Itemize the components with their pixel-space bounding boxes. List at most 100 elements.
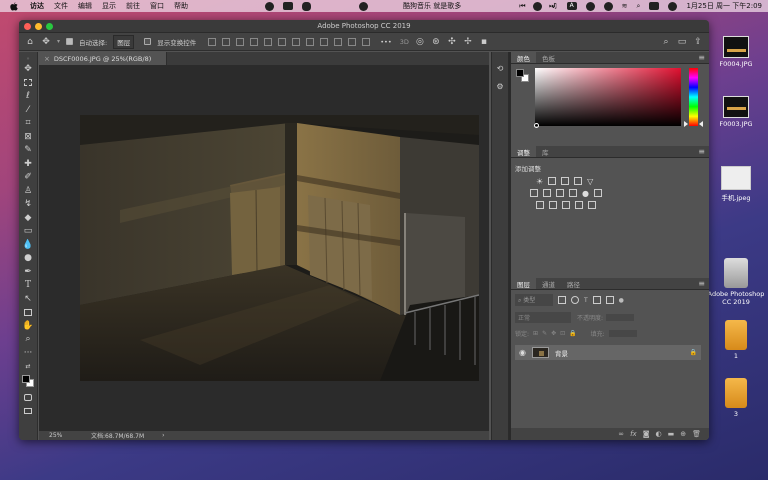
pen-tool-icon[interactable]: ✒ — [21, 266, 35, 279]
rectangle-tool-icon[interactable] — [21, 306, 35, 319]
tab-libraries[interactable]: 库 — [536, 146, 555, 157]
zoom-button[interactable] — [46, 22, 53, 30]
gradient-map-triangle-icon[interactable]: ▽ — [587, 177, 593, 186]
align-vcenter-icon[interactable] — [222, 37, 231, 46]
minimize-button[interactable] — [35, 22, 42, 30]
share-icon[interactable]: ⇪ — [693, 37, 703, 47]
panel-menu-icon[interactable]: ≡ — [698, 147, 705, 156]
more-options-icon[interactable]: ••• — [380, 38, 392, 46]
black-white-icon[interactable] — [569, 189, 577, 197]
properties-panel-icon[interactable]: ⚙ — [495, 82, 505, 92]
now-playing-text[interactable]: 酷狗音乐 就是歌多 — [403, 1, 461, 11]
menu-edit[interactable]: 编辑 — [78, 1, 92, 11]
tab-color[interactable]: 颜色 — [511, 52, 536, 63]
canvas-area[interactable] — [39, 65, 489, 431]
filter-toggle-icon[interactable]: ● — [619, 297, 624, 304]
align-right-icon[interactable] — [278, 37, 287, 46]
desktop-icon-f0003[interactable]: F0003.JPG — [704, 96, 768, 128]
wifi-icon[interactable]: ≋ — [622, 2, 628, 10]
layer-visibility-icon[interactable]: ◉ — [519, 348, 526, 357]
distribute-right-icon[interactable] — [362, 37, 371, 46]
search-icon[interactable]: ⌕ — [661, 37, 671, 47]
hand-tool-icon[interactable]: ✋ — [21, 320, 35, 333]
eyedropper-tool-icon[interactable]: ✎ — [21, 144, 35, 157]
status-menu-arrow[interactable]: › — [162, 432, 164, 439]
brightness-contrast-icon[interactable]: ☀ — [536, 177, 543, 186]
tab-channels[interactable]: 通道 — [536, 278, 561, 289]
document-photo[interactable] — [80, 115, 479, 381]
search-icon[interactable]: ⌕ — [637, 2, 641, 11]
filter-shape-icon[interactable] — [592, 296, 601, 304]
desktop-icon-drive-1[interactable]: 1 — [704, 320, 768, 360]
panel-menu-icon[interactable]: ≡ — [698, 279, 705, 288]
channel-mixer-icon[interactable] — [593, 189, 602, 197]
distribute-left-icon[interactable] — [334, 37, 343, 46]
opacity-field[interactable] — [606, 314, 635, 321]
filter-pixel-icon[interactable] — [558, 296, 566, 304]
desktop-icon-drive-3[interactable]: 3 — [704, 378, 768, 418]
zoom-level[interactable]: 25% — [49, 432, 91, 439]
dodge-tool-icon[interactable]: ● — [21, 252, 35, 265]
new-group-icon[interactable]: ▬ — [668, 430, 675, 438]
layer-name[interactable]: 背景 — [555, 348, 568, 358]
fill-field[interactable] — [608, 330, 637, 337]
camera-icon[interactable] — [283, 2, 293, 10]
color-field[interactable] — [535, 68, 681, 126]
kugou-icon[interactable] — [359, 1, 368, 11]
desktop-icon-photoshop-disk[interactable]: Adobe Photoshop CC 2019 — [704, 258, 768, 306]
healing-brush-tool-icon[interactable]: ✚ — [21, 158, 35, 171]
menu-finder[interactable]: 访达 — [30, 1, 44, 11]
crop-tool-icon[interactable]: ⌗ — [21, 117, 35, 130]
layer-lock-icon[interactable]: 🔒 — [690, 349, 697, 356]
layer-row[interactable]: ◉ 背景 🔒 — [515, 345, 701, 360]
curves-icon[interactable] — [561, 177, 570, 185]
lock-position-icon[interactable]: ✥ — [551, 330, 556, 337]
menu-go[interactable]: 前往 — [126, 1, 140, 11]
qq-icon[interactable] — [302, 1, 311, 11]
move-tool-preset-icon[interactable]: ✥ — [41, 37, 51, 47]
hue-saturation-icon[interactable] — [543, 189, 551, 197]
workspace-icon[interactable]: ▭ — [677, 37, 687, 47]
document-tab[interactable]: × DSCF0006.JPG @ 25%(RGB/8) — [39, 52, 167, 65]
tab-layers[interactable]: 图层 — [511, 278, 536, 289]
align-hcenter-icon[interactable] — [264, 37, 273, 46]
auto-select-checkbox[interactable] — [66, 38, 74, 45]
show-transform-checkbox[interactable] — [144, 38, 152, 45]
prev-track-icon[interactable]: ⏮ — [519, 2, 525, 11]
hue-slider-handle-icon[interactable] — [699, 121, 703, 127]
desktop-icon-f0004[interactable]: F0004.JPG — [704, 36, 768, 68]
3d-scale-icon[interactable]: ▪ — [479, 37, 489, 47]
edit-toolbar-icon[interactable]: ··· — [21, 347, 35, 360]
tab-swatches[interactable]: 色板 — [536, 52, 561, 63]
filter-type-icon[interactable]: T — [584, 297, 588, 304]
gradient-tool-icon[interactable]: ▭ — [21, 225, 35, 238]
tab-paths[interactable]: 路径 — [561, 278, 586, 289]
auto-select-dropdown[interactable]: 图层 — [113, 34, 135, 49]
menu-view[interactable]: 显示 — [102, 1, 116, 11]
frame-tool-icon[interactable]: ⊠ — [21, 131, 35, 144]
swap-colors-icon[interactable]: ⇄ — [21, 360, 35, 373]
distribute-bottom-icon[interactable] — [320, 37, 329, 46]
control-center-icon[interactable] — [649, 2, 660, 10]
color-field-picker[interactable] — [534, 123, 539, 128]
color-swatches[interactable] — [21, 374, 35, 388]
3d-orbit-icon[interactable]: ◎ — [415, 37, 425, 47]
record-icon[interactable] — [265, 1, 274, 11]
menu-window[interactable]: 窗口 — [150, 1, 164, 11]
3d-roll-icon[interactable]: ⊛ — [431, 37, 441, 47]
quick-select-tool-icon[interactable]: ⁄ — [21, 104, 35, 117]
clock-status-icon[interactable] — [585, 1, 595, 11]
lock-all-icon[interactable]: 🔒 — [569, 330, 576, 337]
type-tool-icon[interactable]: T — [21, 279, 35, 292]
siri-icon[interactable] — [668, 1, 678, 11]
music-note-icon[interactable]: ♫ — [551, 2, 557, 10]
exposure-icon[interactable] — [574, 177, 583, 185]
brush-tool-icon[interactable]: ✐ — [21, 171, 35, 184]
color-balance-icon[interactable] — [556, 189, 564, 197]
apple-icon[interactable] — [10, 1, 20, 11]
menubar-clock[interactable]: 1月25日 周一 下午2:09 — [686, 1, 762, 11]
filter-smart-object-icon[interactable] — [605, 296, 614, 304]
link-layers-icon[interactable]: ∞ — [618, 430, 624, 438]
battery-status-icon[interactable] — [603, 1, 613, 11]
photo-filter-icon[interactable]: ● — [582, 189, 589, 198]
